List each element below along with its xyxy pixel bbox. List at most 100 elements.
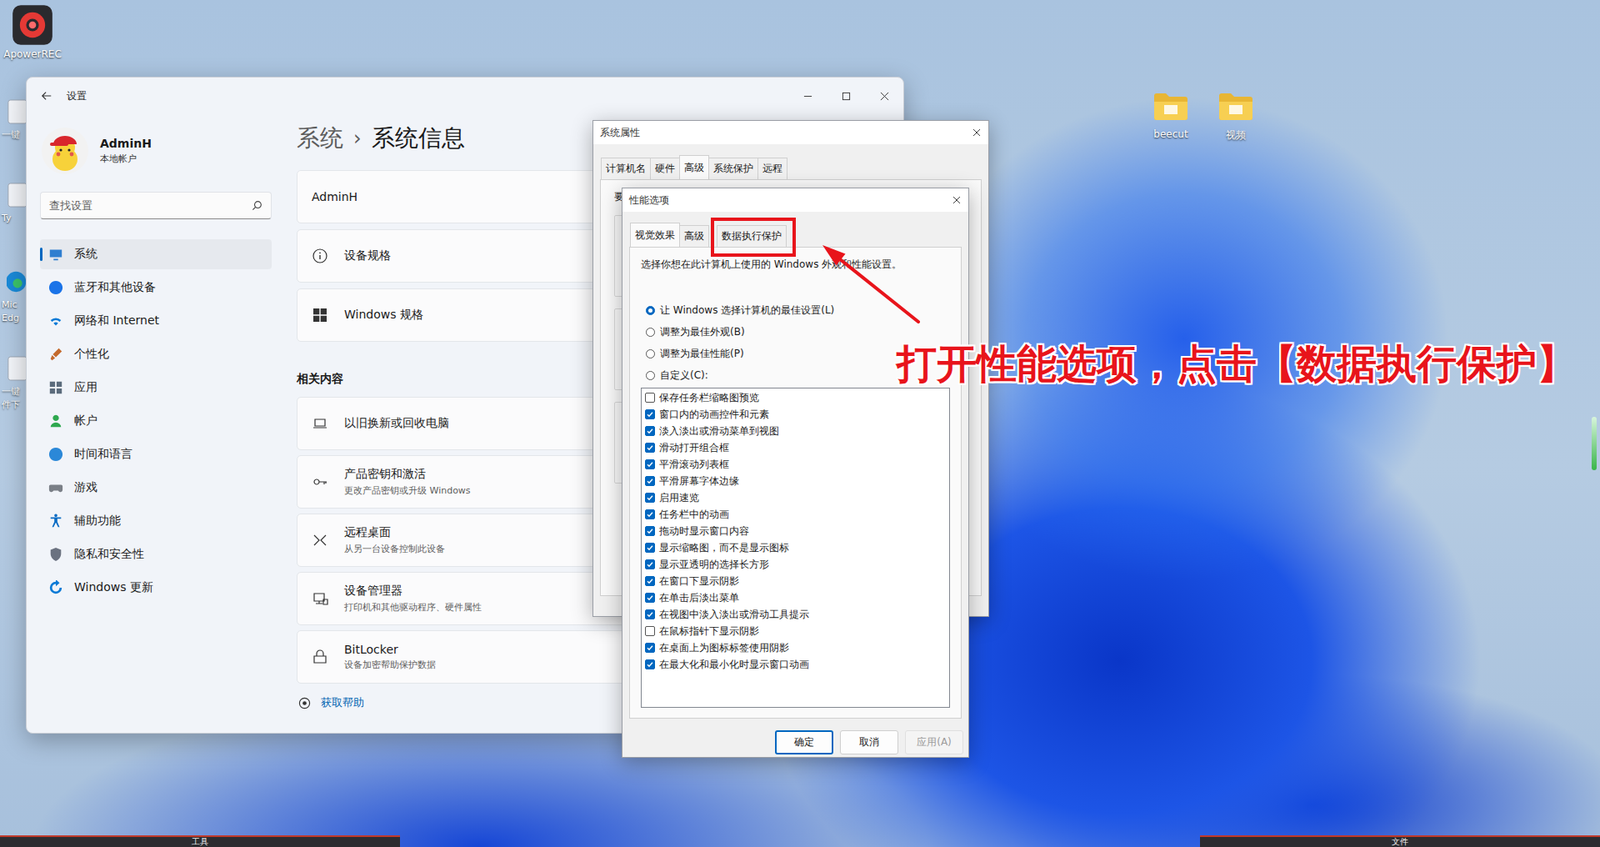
dialog-button: 应用(A) bbox=[905, 730, 964, 755]
maximize-icon bbox=[841, 91, 851, 101]
dialog-button[interactable]: 取消 bbox=[840, 730, 899, 755]
related-icon bbox=[311, 590, 329, 607]
option-row[interactable]: 启用速览 bbox=[645, 489, 946, 506]
nav-item[interactable]: 个性化 bbox=[40, 339, 272, 370]
option-row[interactable]: 在桌面上为图标标签使用阴影 bbox=[645, 639, 946, 656]
radio-label: 自定义(C): bbox=[660, 368, 709, 383]
option-row[interactable]: 平滑屏幕字体边缘 bbox=[645, 472, 946, 490]
option-row[interactable]: 淡入淡出或滑动菜单到视图 bbox=[645, 422, 946, 440]
tab[interactable]: 硬件 bbox=[650, 157, 680, 180]
option-label: 平滑屏幕字体边缘 bbox=[659, 474, 740, 489]
radio-button[interactable] bbox=[645, 349, 655, 359]
checkbox[interactable] bbox=[645, 509, 655, 520]
user-name: AdminH bbox=[100, 136, 152, 150]
option-row[interactable]: 任务栏中的动画 bbox=[645, 505, 946, 523]
checkbox[interactable] bbox=[645, 392, 655, 403]
checkbox[interactable] bbox=[645, 575, 655, 586]
option-label: 启用速览 bbox=[659, 490, 700, 505]
radio-button[interactable] bbox=[645, 327, 655, 337]
checkbox[interactable] bbox=[645, 609, 655, 620]
option-row[interactable]: 显示缩略图，而不是显示图标 bbox=[645, 539, 946, 556]
taskbar-segment[interactable]: 工具 bbox=[0, 835, 400, 847]
tab[interactable]: 远程 bbox=[757, 157, 788, 180]
side-widget[interactable] bbox=[1591, 416, 1597, 470]
tab[interactable]: 高级 bbox=[679, 155, 710, 180]
nav-item[interactable]: 辅助功能 bbox=[40, 505, 272, 536]
user-profile[interactable]: AdminH 本地帐户 bbox=[40, 127, 272, 175]
card-title: 远程桌面 bbox=[344, 525, 445, 540]
close-button[interactable] bbox=[965, 120, 989, 145]
radio-button[interactable] bbox=[645, 305, 655, 315]
radio-option[interactable]: 调整为最佳外观(B) bbox=[645, 320, 950, 343]
maximize-button[interactable] bbox=[826, 77, 865, 115]
tab[interactable]: 视觉效果 bbox=[630, 222, 680, 247]
option-row[interactable]: 滑动打开组合框 bbox=[645, 439, 946, 456]
checkbox[interactable] bbox=[645, 475, 655, 486]
dialog-button[interactable]: 确定 bbox=[775, 730, 834, 755]
card-title: BitLocker bbox=[344, 642, 436, 656]
radio-button[interactable] bbox=[645, 370, 655, 380]
option-row[interactable]: 窗口内的动画控件和元素 bbox=[645, 405, 946, 423]
checkbox[interactable] bbox=[645, 425, 655, 436]
search-box[interactable]: 查找设置 bbox=[40, 191, 272, 220]
option-row[interactable]: 显示亚透明的选择长方形 bbox=[645, 555, 946, 573]
checkbox[interactable] bbox=[645, 542, 655, 553]
desktop-shortcut[interactable]: ApowerREC bbox=[0, 3, 65, 60]
nav-item[interactable]: 时间和语言 bbox=[40, 439, 272, 470]
checkbox[interactable] bbox=[645, 525, 655, 536]
nav-item[interactable]: 系统 bbox=[40, 239, 272, 270]
checkbox[interactable] bbox=[645, 592, 655, 603]
tab-panel: 选择你想在此计算机上使用的 Windows 外观和性能设置。 让 Windows… bbox=[629, 246, 962, 719]
nav-item[interactable]: 网络和 Internet bbox=[40, 305, 272, 336]
nav-item[interactable]: 帐户 bbox=[40, 405, 272, 436]
close-button[interactable] bbox=[865, 77, 904, 115]
option-row[interactable]: 保存任务栏缩略图预览 bbox=[645, 389, 946, 406]
option-row[interactable]: 在单击后淡出菜单 bbox=[645, 589, 946, 606]
tab[interactable]: 高级 bbox=[679, 225, 710, 247]
tab[interactable]: 数据执行保护 bbox=[716, 225, 787, 247]
nav-label: 帐户 bbox=[74, 413, 98, 429]
checkbox[interactable] bbox=[645, 492, 655, 503]
annotation-highlight bbox=[710, 217, 796, 257]
nav-label: 系统 bbox=[74, 246, 98, 262]
checkbox[interactable] bbox=[645, 642, 655, 653]
checkbox[interactable] bbox=[645, 442, 655, 453]
option-row[interactable]: 在视图中淡入淡出或滑动工具提示 bbox=[645, 605, 946, 623]
nav-item[interactable]: Windows 更新 bbox=[40, 572, 272, 603]
desktop-folder[interactable]: 视频 bbox=[1211, 91, 1260, 143]
tab[interactable]: 系统保护 bbox=[708, 157, 759, 180]
nav-item[interactable]: 隐私和安全性 bbox=[40, 539, 272, 570]
taskbar-segment[interactable]: 文件 bbox=[1200, 835, 1600, 847]
checkbox[interactable] bbox=[645, 559, 655, 570]
nav-item[interactable]: 游戏 bbox=[40, 472, 272, 503]
back-arrow-icon[interactable] bbox=[40, 90, 53, 102]
shortcut-label: 一键 bbox=[1, 385, 20, 399]
minimize-button[interactable] bbox=[788, 77, 827, 115]
account-type: 本地帐户 bbox=[100, 152, 152, 165]
option-row[interactable]: 在鼠标指针下显示阴影 bbox=[645, 622, 946, 640]
checkbox[interactable] bbox=[645, 659, 655, 670]
nav-label: 辅助功能 bbox=[74, 513, 121, 529]
folder-label: beecut bbox=[1153, 128, 1188, 140]
checkbox[interactable] bbox=[645, 409, 655, 420]
option-row[interactable]: 在窗口下显示阴影 bbox=[645, 572, 946, 590]
card-title: 设备规格 bbox=[344, 248, 391, 264]
breadcrumb-item[interactable]: 系统 bbox=[296, 121, 344, 155]
option-row[interactable]: 在最大化和最小化时显示窗口动画 bbox=[645, 655, 946, 673]
desktop-folder[interactable]: beecut bbox=[1146, 91, 1195, 143]
tab[interactable]: 计算机名 bbox=[600, 157, 651, 180]
taskbar-label: 工具 bbox=[191, 836, 209, 847]
desktop: ApowerREC beecut 视频 一键 Ty MicEdg 一键件下 设置… bbox=[0, 0, 1600, 847]
radio-option[interactable]: 让 Windows 选择计算机的最佳设置(L) bbox=[645, 299, 950, 321]
checkbox[interactable] bbox=[645, 459, 655, 470]
option-row[interactable]: 拖动时显示窗口内容 bbox=[645, 522, 946, 540]
nav-item[interactable]: 应用 bbox=[40, 372, 272, 403]
nav-label: 游戏 bbox=[74, 480, 98, 495]
search-placeholder: 查找设置 bbox=[49, 198, 252, 214]
close-button[interactable] bbox=[945, 188, 969, 212]
close-icon bbox=[972, 128, 981, 137]
checkbox[interactable] bbox=[645, 625, 655, 636]
nav-item[interactable]: 蓝牙和其他设备 bbox=[40, 272, 272, 303]
option-row[interactable]: 平滑滚动列表框 bbox=[645, 455, 946, 473]
checkmark-icon bbox=[645, 410, 655, 419]
